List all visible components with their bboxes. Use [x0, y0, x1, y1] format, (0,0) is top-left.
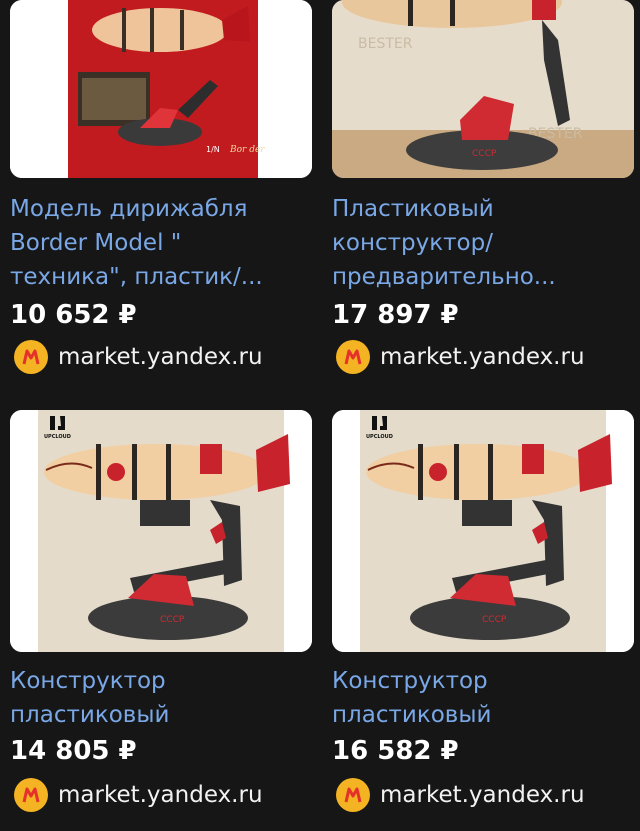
source-domain: market.yandex.ru	[58, 782, 263, 808]
image-label-cccp: CCCP	[160, 615, 185, 625]
source-domain: market.yandex.ru	[380, 782, 585, 808]
product-title-2[interactable]: Пластиковый конструктор/ предварительно.…	[332, 192, 634, 294]
product-price-2: 17 897 ₽	[332, 300, 459, 330]
product-title-3[interactable]: Конструктор пластиковый	[10, 664, 312, 732]
product-price-3: 14 805 ₽	[10, 736, 137, 766]
source-domain: market.yandex.ru	[58, 344, 263, 370]
image-watermark: BESTER	[358, 36, 413, 52]
image-label-cccp: CCCP	[482, 615, 507, 625]
product-title-4[interactable]: Конструктор пластиковый	[332, 664, 634, 732]
yandex-market-logo-icon	[14, 340, 48, 374]
image-label-cccp: CCCP	[472, 149, 497, 159]
image-label-border: Bor der	[229, 145, 265, 155]
product-card-1[interactable]: 1/N Bor der Модель дирижабля Border Mode…	[10, 0, 312, 380]
product-source-2[interactable]: market.yandex.ru	[332, 340, 585, 374]
product-card-4[interactable]: UPCLOUD CCCP Конструктор пластиковый 16 …	[332, 410, 634, 820]
yandex-market-logo-icon	[14, 778, 48, 812]
title-line: конструктор/	[332, 230, 493, 256]
product-source-1[interactable]: market.yandex.ru	[10, 340, 263, 374]
title-line: предварительно...	[332, 264, 556, 290]
product-source-3[interactable]: market.yandex.ru	[10, 778, 263, 812]
product-image-4[interactable]: UPCLOUD CCCP	[332, 410, 634, 652]
product-card-2[interactable]: BESTER BESTER CCCP Пластиковый конструкт…	[332, 0, 634, 380]
product-price-4: 16 582 ₽	[332, 736, 459, 766]
product-card-3[interactable]: UPCLOUD CCCP Конструктор пластиковый 14 …	[10, 410, 312, 820]
brand-upcloud: UPCLOUD	[44, 434, 71, 440]
title-line: пластиковый	[10, 702, 170, 728]
title-line: Конструктор	[10, 668, 166, 694]
title-line: Пластиковый	[332, 196, 494, 222]
title-line: Border Model "	[10, 230, 182, 256]
product-image-1[interactable]: 1/N Bor der	[10, 0, 312, 178]
title-line: пластиковый	[332, 702, 492, 728]
source-domain: market.yandex.ru	[380, 344, 585, 370]
yandex-market-logo-icon	[336, 340, 370, 374]
title-line: Конструктор	[332, 668, 488, 694]
product-title-1[interactable]: Модель дирижабля Border Model " техника"…	[10, 192, 312, 294]
brand-upcloud: UPCLOUD	[366, 434, 393, 440]
product-price-1: 10 652 ₽	[10, 300, 137, 330]
product-image-3[interactable]: UPCLOUD CCCP	[10, 410, 312, 652]
image-label-1n: 1/N	[206, 145, 220, 154]
yandex-market-logo-icon	[336, 778, 370, 812]
title-line: техника", пластик/...	[10, 264, 263, 290]
title-line: Модель дирижабля	[10, 196, 248, 222]
product-image-2[interactable]: BESTER BESTER CCCP	[332, 0, 634, 178]
product-source-4[interactable]: market.yandex.ru	[332, 778, 585, 812]
